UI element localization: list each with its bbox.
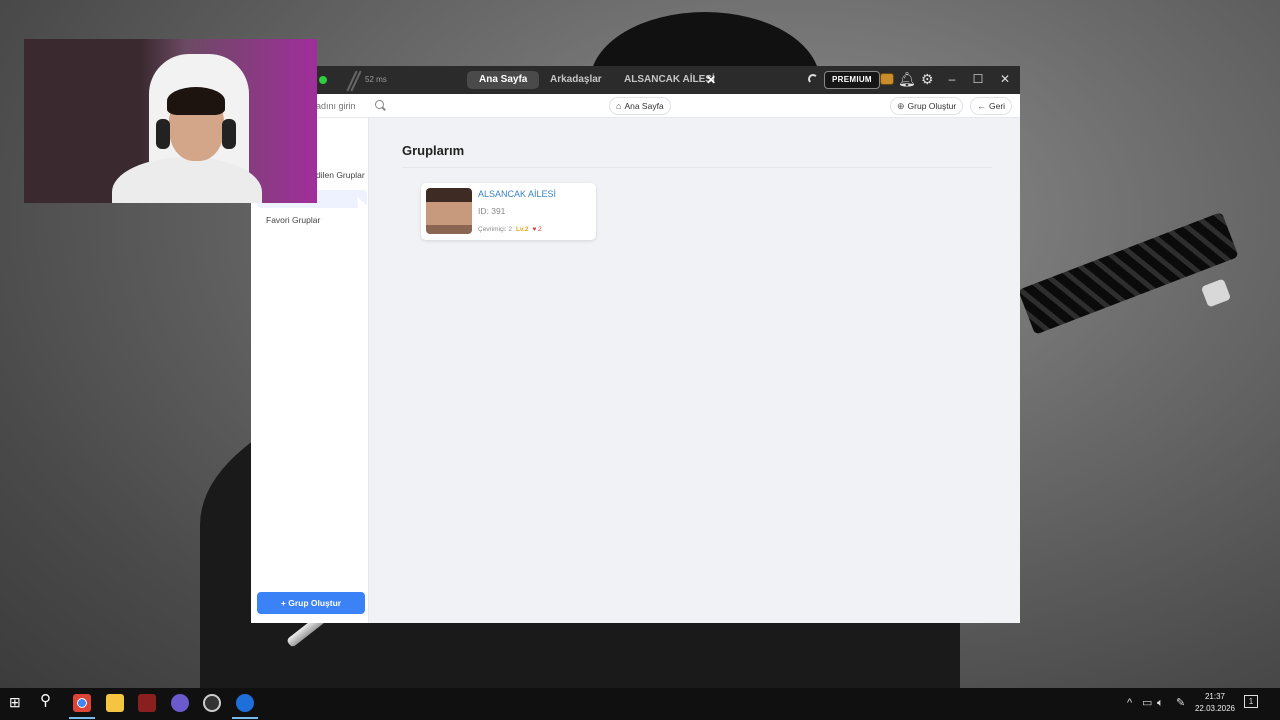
obs-icon[interactable] xyxy=(203,694,221,712)
group-name[interactable]: ALSANCAK AİLESİ xyxy=(478,189,556,199)
arrow-left-icon: ← xyxy=(977,101,986,111)
active-indicator xyxy=(69,717,95,719)
online-count: Çevrimiçi: 2 xyxy=(478,226,512,233)
discord-icon[interactable] xyxy=(171,694,189,712)
pen-icon[interactable]: ✎ xyxy=(1176,696,1185,710)
minimize-icon[interactable]: – xyxy=(944,71,960,87)
create-group-button[interactable]: ⊕ Grup Oluştur xyxy=(890,97,964,115)
toolbar: ⌂Ana Sayfa ⊕Grup Oluştur ←Geri xyxy=(251,94,1020,118)
notification-icon[interactable]: 1 xyxy=(1244,695,1258,708)
plus-circle-icon: ⊕ xyxy=(897,101,905,111)
title-divider xyxy=(402,167,992,168)
maximize-icon[interactable]: ☐ xyxy=(970,71,986,87)
tab-ana-sayfa[interactable]: Ana Sayfa xyxy=(467,71,540,89)
premium-button[interactable]: PREMIUM xyxy=(824,71,880,89)
headphones-right xyxy=(222,119,236,149)
volume-icon[interactable]: 🔈︎ xyxy=(1157,696,1164,710)
like-count: 2 xyxy=(538,226,542,233)
clock[interactable]: 21:37 22.03.2026 xyxy=(1192,691,1238,715)
search-taskbar-icon[interactable]: ⚲ xyxy=(40,693,51,708)
tab-close-icon[interactable]: ✕ xyxy=(706,72,716,88)
chrome-icon[interactable] xyxy=(73,694,91,712)
create-group-label: Grup Oluştur xyxy=(907,101,957,111)
bell-icon[interactable]: 🔔︎ xyxy=(898,71,916,87)
ping-text: 52 ms xyxy=(365,75,387,84)
sidebar-item-favorite-groups[interactable]: Favori Gruplar xyxy=(266,215,320,225)
app-icon[interactable] xyxy=(236,694,254,712)
back-label: Geri xyxy=(989,101,1006,111)
page-title: Gruplarım xyxy=(402,143,465,158)
title-bar[interactable]: 52 ms Ana Sayfa Arkadaşlar ALSANCAK AİLE… xyxy=(251,66,1020,94)
active-indicator xyxy=(232,717,258,719)
search-input[interactable] xyxy=(316,98,376,114)
tab-arkadaslar[interactable]: Arkadaşlar xyxy=(538,71,614,89)
heart-icon: ♥ xyxy=(532,226,537,233)
webcam-person-hair xyxy=(167,87,225,115)
home-label: Ana Sayfa xyxy=(624,101,664,111)
clock-time: 21:37 xyxy=(1204,692,1226,701)
app-window: 52 ms Ana Sayfa Arkadaşlar ALSANCAK AİLE… xyxy=(251,66,1020,623)
headphones-left xyxy=(156,119,170,149)
taskbar: ⊞ ⚲ ^ ▭ 🔈︎ ✎ 21:37 22.03.2026 1 xyxy=(0,688,1280,720)
home-breadcrumb[interactable]: ⌂ Ana Sayfa xyxy=(609,97,671,115)
back-button[interactable]: ← Geri xyxy=(970,97,1013,115)
wallpaper-sword-handle xyxy=(1018,211,1239,335)
group-level: Lv.2 xyxy=(515,226,529,233)
loading-spinner-icon xyxy=(808,74,818,84)
group-meta: Çevrimiçi: 2 Lv.2 ♥ 2 xyxy=(478,226,542,233)
connection-status-dot xyxy=(319,76,327,84)
home-icon: ⌂ xyxy=(616,101,622,111)
webcam-overlay xyxy=(24,39,317,203)
network-icon[interactable]: ▭ xyxy=(1142,696,1152,710)
chevron-up-icon[interactable]: ^ xyxy=(1127,696,1132,710)
gear-icon[interactable]: ⚙ xyxy=(921,71,934,87)
group-avatar xyxy=(426,188,472,234)
game-app-icon[interactable] xyxy=(138,694,156,712)
treasure-chest-icon[interactable] xyxy=(880,73,894,85)
close-icon[interactable]: ✕ xyxy=(997,71,1013,87)
file-explorer-icon[interactable] xyxy=(106,694,124,712)
create-group-sidebar-button[interactable]: + Grup Oluştur xyxy=(257,592,365,614)
sidebar-item-followed-groups[interactable]: dilen Gruplar xyxy=(316,170,365,180)
clock-date: 22.03.2026 xyxy=(1194,704,1236,713)
windows-start-icon[interactable]: ⊞ xyxy=(9,695,21,709)
group-id: ID: 391 xyxy=(478,206,506,216)
wallpaper-sword-cap xyxy=(1200,278,1232,308)
group-card[interactable]: ALSANCAK AİLESİ ID: 391 Çevrimiçi: 2 Lv.2… xyxy=(421,183,596,240)
search-icon[interactable] xyxy=(375,100,384,109)
